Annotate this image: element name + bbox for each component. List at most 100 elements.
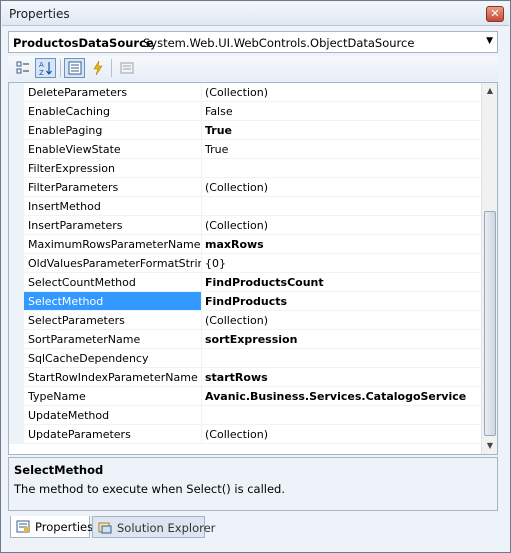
property-pages-button[interactable]	[116, 58, 137, 78]
property-row[interactable]: MaximumRowsParameterName maxRows	[9, 235, 482, 254]
svg-text:Z: Z	[39, 69, 44, 76]
svg-text:A: A	[39, 61, 44, 69]
property-name[interactable]: InsertParameters	[24, 216, 202, 235]
row-margin	[9, 387, 24, 406]
alphabetical-button[interactable]: A Z	[35, 58, 56, 78]
scroll-down-icon[interactable]: ▼	[483, 438, 497, 454]
property-name[interactable]: EnableViewState	[24, 140, 202, 159]
property-name[interactable]: FilterParameters	[24, 178, 202, 197]
property-row[interactable]: UpdateParameters (Collection)	[9, 425, 482, 444]
property-name[interactable]: SortParameterName	[24, 330, 202, 349]
property-value[interactable]: startRows	[202, 368, 482, 387]
property-row[interactable]: FilterExpression	[9, 159, 482, 178]
property-row[interactable]: EnableCaching False	[9, 102, 482, 121]
property-name[interactable]: StartRowIndexParameterName	[24, 368, 202, 387]
property-name[interactable]: FilterExpression	[24, 159, 202, 178]
property-name[interactable]: InsertMethod	[24, 197, 202, 216]
property-name[interactable]: SelectCountMethod	[24, 273, 202, 292]
property-value[interactable]: (Collection)	[202, 311, 482, 330]
tab-bar: Properties Solution Explorer	[8, 516, 498, 542]
events-button[interactable]	[87, 58, 108, 78]
chevron-down-icon[interactable]: ▼	[486, 36, 493, 46]
property-value[interactable]: (Collection)	[202, 425, 482, 444]
property-row[interactable]: TypeName Avanic.Business.Services.Catalog…	[9, 387, 482, 406]
property-name[interactable]: MaximumRowsParameterName	[24, 235, 202, 254]
property-row[interactable]: SelectCountMethod FindProductsCount	[9, 273, 482, 292]
property-value[interactable]: (Collection)	[202, 83, 482, 102]
property-value[interactable]: FindProducts	[202, 292, 482, 311]
property-row[interactable]: EnableViewState True	[9, 140, 482, 159]
property-row[interactable]: InsertParameters (Collection)	[9, 216, 482, 235]
object-selector-dropdown[interactable]: ProductosDataSource System.Web.UI.WebCon…	[8, 31, 498, 53]
property-row[interactable]: OldValuesParameterFormatString {0}	[9, 254, 482, 273]
property-value[interactable]: (Collection)	[202, 216, 482, 235]
property-name[interactable]: OldValuesParameterFormatString	[24, 254, 202, 273]
property-row[interactable]: SelectMethod FindProducts	[9, 292, 482, 311]
row-margin	[9, 406, 24, 425]
property-row[interactable]: EnablePaging True	[9, 121, 482, 140]
description-text: The method to execute when Select() is c…	[14, 482, 286, 496]
close-button[interactable]: ✕	[486, 6, 504, 22]
categorized-icon	[16, 61, 29, 74]
property-name[interactable]: SelectParameters	[24, 311, 202, 330]
property-row[interactable]: SelectParameters (Collection)	[9, 311, 482, 330]
property-value[interactable]: (Collection)	[202, 178, 482, 197]
row-margin	[9, 121, 24, 140]
scroll-thumb[interactable]	[484, 211, 496, 436]
properties-tab-icon	[16, 520, 30, 533]
property-grid[interactable]: DeleteParameters (Collection) EnableCachin…	[8, 82, 498, 455]
property-value[interactable]: Avanic.Business.Services.CatalogoService	[202, 387, 482, 406]
property-row[interactable]: FilterParameters (Collection)	[9, 178, 482, 197]
row-margin	[9, 254, 24, 273]
row-margin	[9, 311, 24, 330]
property-value[interactable]: maxRows	[202, 235, 482, 254]
property-row[interactable]: UpdateMethod	[9, 406, 482, 425]
row-margin	[9, 140, 24, 159]
property-row[interactable]: DeleteParameters (Collection)	[9, 83, 482, 102]
property-name[interactable]: TypeName	[24, 387, 202, 406]
window-title: Properties	[9, 7, 70, 21]
row-margin	[9, 425, 24, 444]
solution-explorer-icon	[98, 521, 112, 534]
row-margin	[9, 368, 24, 387]
property-value[interactable]: True	[202, 140, 482, 159]
title-bar[interactable]: Properties ✕	[2, 2, 509, 26]
property-value[interactable]: True	[202, 121, 482, 140]
property-value[interactable]	[202, 159, 482, 178]
property-value[interactable]: {0}	[202, 254, 482, 273]
property-value[interactable]: FindProductsCount	[202, 273, 482, 292]
scroll-up-icon[interactable]: ▲	[483, 83, 497, 99]
vertical-scrollbar[interactable]: ▲ ▼	[481, 83, 497, 454]
row-margin	[9, 330, 24, 349]
alphabetical-icon: A Z	[39, 61, 52, 76]
row-margin	[9, 216, 24, 235]
property-value[interactable]	[202, 197, 482, 216]
property-row[interactable]: SqlCacheDependency	[9, 349, 482, 368]
tab-solution-explorer[interactable]: Solution Explorer	[92, 516, 215, 538]
row-margin	[9, 159, 24, 178]
properties-button[interactable]	[64, 58, 85, 78]
property-row[interactable]: InsertMethod	[9, 197, 482, 216]
property-name[interactable]: SqlCacheDependency	[24, 349, 202, 368]
property-name[interactable]: EnableCaching	[24, 102, 202, 121]
property-value[interactable]	[202, 349, 482, 368]
row-margin	[9, 235, 24, 254]
property-name[interactable]: UpdateParameters	[24, 425, 202, 444]
property-value[interactable]: False	[202, 102, 482, 121]
properties-toolbar: A Z	[8, 56, 498, 81]
toolbar-separator	[111, 59, 112, 77]
property-value[interactable]: sortExpression	[202, 330, 482, 349]
tab-properties[interactable]: Properties	[10, 516, 93, 538]
description-title: SelectMethod	[14, 463, 104, 477]
property-name[interactable]: DeleteParameters	[24, 83, 202, 102]
property-value[interactable]	[202, 406, 482, 425]
property-row[interactable]: StartRowIndexParameterName startRows	[9, 368, 482, 387]
property-row[interactable]: SortParameterName sortExpression	[9, 330, 482, 349]
row-margin	[9, 102, 24, 121]
close-icon: ✕	[490, 7, 500, 20]
categorized-button[interactable]	[12, 58, 33, 78]
property-name[interactable]: SelectMethod	[24, 292, 202, 311]
property-name[interactable]: EnablePaging	[24, 121, 202, 140]
property-name[interactable]: UpdateMethod	[24, 406, 202, 425]
tab-label: Solution Explorer	[117, 521, 216, 535]
